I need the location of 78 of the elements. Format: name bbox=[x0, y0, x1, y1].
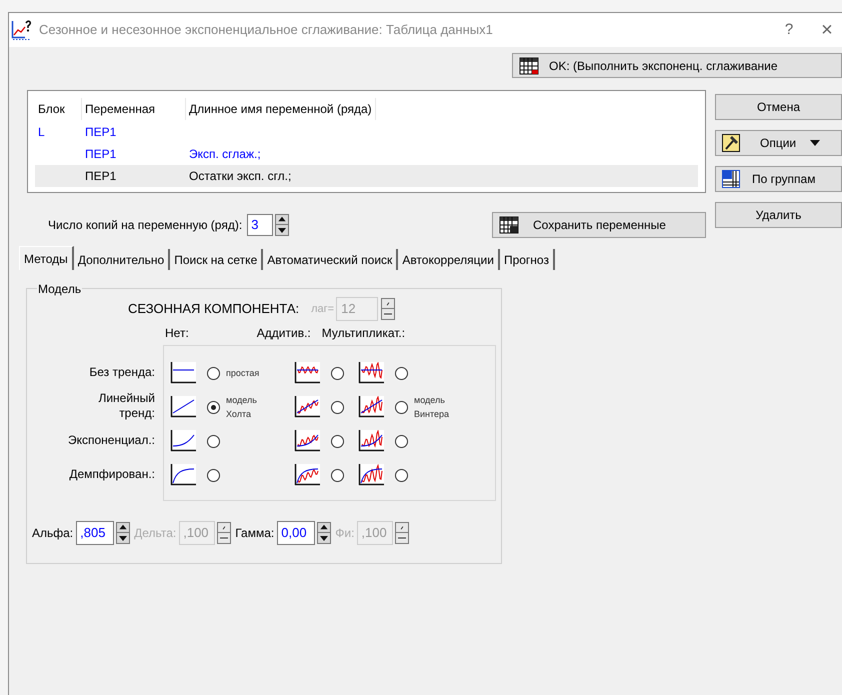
column-header: Аддитив.: bbox=[256, 325, 311, 342]
column-header: Мультипликат.: bbox=[322, 325, 406, 342]
chart-icon bbox=[170, 362, 196, 384]
save-variables-button[interactable]: Сохранить переменные bbox=[492, 212, 706, 238]
tab[interactable]: Методы bbox=[19, 246, 74, 270]
chart-icon bbox=[294, 396, 320, 418]
radio-button[interactable] bbox=[395, 366, 408, 380]
radio-button[interactable] bbox=[207, 366, 220, 380]
row-label: Демпфирован.: bbox=[68, 466, 155, 482]
table-cell: ПЕР1 bbox=[85, 125, 116, 139]
radio-button[interactable] bbox=[331, 366, 344, 380]
option-note: модель Холта bbox=[226, 394, 258, 421]
side-button[interactable]: Опции bbox=[715, 130, 842, 156]
caret-icon bbox=[810, 140, 820, 146]
radio-button[interactable] bbox=[207, 434, 220, 448]
window-title: Сезонное и несезонное экспоненциальное сглаживание: Таблица данных1 bbox=[39, 21, 493, 40]
param-label: Гамма: bbox=[235, 525, 274, 542]
column-header: Блок bbox=[35, 98, 82, 120]
column-header: Длинное имя переменной (ряда) bbox=[186, 98, 376, 120]
radio-button[interactable] bbox=[331, 468, 344, 482]
table-cell: Остатки эксп. сгл.; bbox=[189, 169, 292, 183]
row-label: Экспоненциал.: bbox=[66, 432, 155, 448]
table-row[interactable]: ПЕР1 Эксп. сглаж.; bbox=[35, 143, 698, 165]
side-button[interactable]: Удалить bbox=[715, 202, 842, 228]
table-row[interactable]: ПЕР1 Остатки эксп. сгл.; bbox=[35, 165, 698, 187]
row-label: Без тренда: bbox=[88, 364, 155, 380]
param-field[interactable]: 0,00 bbox=[277, 521, 316, 545]
param-label: Альфа: bbox=[32, 525, 74, 542]
option-note: модель Винтера bbox=[414, 394, 450, 421]
chart-icon bbox=[294, 464, 320, 486]
chart-icon bbox=[170, 430, 196, 452]
help-button[interactable]: ? bbox=[766, 18, 812, 42]
param-label: Дельта: bbox=[134, 525, 176, 542]
chart-icon bbox=[294, 362, 320, 384]
chart-icon bbox=[294, 430, 320, 452]
chart-icon bbox=[170, 396, 196, 418]
hammer-icon bbox=[722, 134, 740, 152]
chart-icon bbox=[358, 362, 384, 384]
close-button[interactable]: × bbox=[812, 15, 842, 45]
copies-field[interactable]: 3 bbox=[247, 214, 274, 236]
column-header: Нет: bbox=[165, 325, 189, 342]
table-icon bbox=[519, 56, 539, 74]
param-label: Фи: bbox=[335, 525, 354, 542]
column-header: Переменная bbox=[82, 98, 186, 120]
row-label: Линейный тренд: bbox=[97, 391, 155, 421]
chart-icon bbox=[358, 396, 384, 418]
spinner[interactable] bbox=[317, 522, 332, 544]
side-button[interactable]: Отмена bbox=[715, 94, 842, 120]
chart-icon bbox=[11, 20, 33, 40]
spinner[interactable] bbox=[381, 298, 396, 320]
ok-button[interactable]: OK: (Выполнить экспоненц. сглаживание bbox=[512, 53, 842, 78]
side-button[interactable]: По группам bbox=[715, 166, 842, 192]
chart-icon bbox=[358, 430, 384, 452]
chart-icon bbox=[170, 464, 196, 486]
radio-button[interactable] bbox=[331, 400, 344, 414]
radio-button[interactable] bbox=[207, 468, 220, 482]
chart-icon bbox=[358, 464, 384, 486]
table-cell: Эксп. сглаж.; bbox=[189, 147, 261, 161]
spinner[interactable] bbox=[275, 214, 290, 236]
table-icon bbox=[722, 170, 740, 188]
copies-label: Число копий на переменную (ряд): bbox=[48, 217, 242, 234]
spinner[interactable] bbox=[395, 522, 410, 544]
table-row[interactable]: L ПЕР1 bbox=[35, 121, 698, 143]
option-note: простая bbox=[226, 367, 260, 380]
save-icon bbox=[499, 216, 519, 234]
lag-label: лаг= bbox=[311, 302, 334, 317]
table-cell: ПЕР1 bbox=[85, 147, 116, 161]
radio-button[interactable] bbox=[207, 400, 220, 414]
seasonal-label: СЕЗОННАЯ КОМПОНЕНТА: bbox=[128, 300, 300, 318]
radio-button[interactable] bbox=[395, 400, 408, 414]
spinner[interactable] bbox=[217, 522, 232, 544]
table-cell: ПЕР1 bbox=[85, 169, 116, 183]
table-cell: L bbox=[38, 125, 45, 139]
radio-button[interactable] bbox=[395, 434, 408, 448]
spinner[interactable] bbox=[116, 522, 130, 544]
param-field[interactable]: ,805 bbox=[76, 521, 114, 545]
radio-button[interactable] bbox=[395, 468, 408, 482]
radio-button[interactable] bbox=[331, 434, 344, 448]
